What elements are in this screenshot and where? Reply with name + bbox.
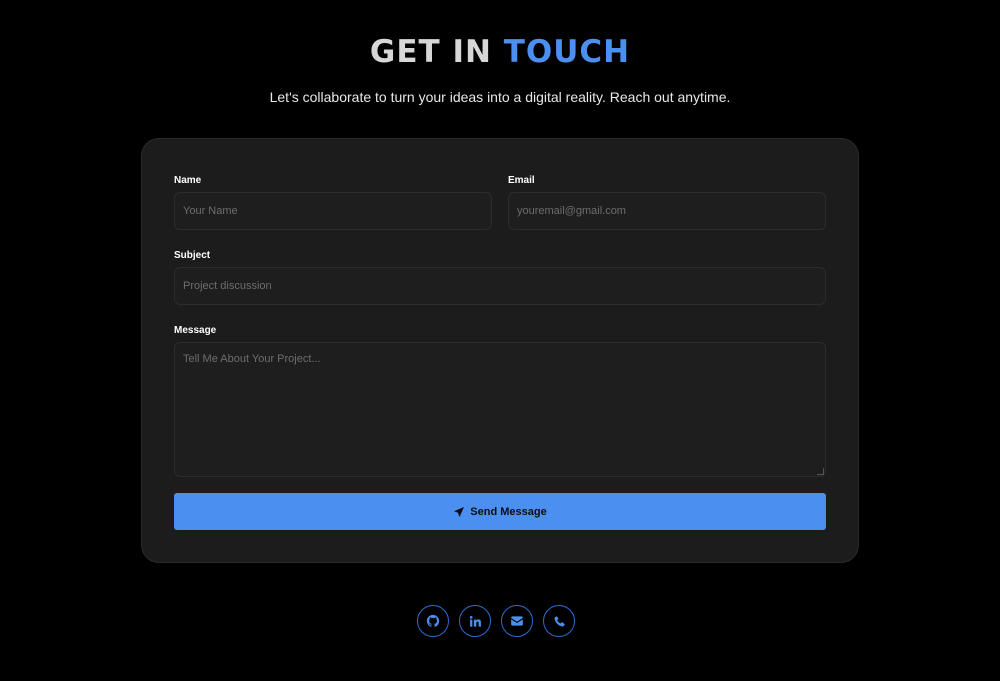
email-link[interactable]	[501, 605, 533, 637]
page-subtitle: Let's collaborate to turn your ideas int…	[269, 89, 731, 105]
github-icon	[426, 614, 440, 628]
message-textarea[interactable]	[174, 342, 826, 477]
subject-label: Subject	[174, 250, 211, 261]
resize-handle[interactable]	[817, 468, 824, 475]
phone-link[interactable]	[543, 605, 575, 637]
phone-icon	[553, 615, 566, 628]
message-wrapper	[174, 342, 826, 477]
envelope-icon	[510, 614, 524, 628]
linkedin-link[interactable]	[459, 605, 491, 637]
send-message-button[interactable]: Send Message	[174, 493, 826, 530]
message-label: Message	[174, 325, 217, 336]
title-accent: TOUCH	[503, 34, 631, 70]
page-title: GET IN TOUCH	[0, 33, 1000, 71]
name-label: Name	[174, 175, 202, 186]
paper-plane-icon	[453, 506, 465, 518]
name-input[interactable]	[174, 192, 492, 230]
social-links	[417, 605, 575, 637]
contact-form: Name Email Subject Message Send Message	[141, 138, 859, 563]
subject-input[interactable]	[174, 267, 826, 305]
email-label: Email	[508, 175, 535, 186]
send-message-label: Send Message	[470, 505, 547, 518]
email-input[interactable]	[508, 192, 826, 230]
github-link[interactable]	[417, 605, 449, 637]
linkedin-icon	[469, 615, 482, 628]
title-main: GET IN	[369, 34, 492, 70]
